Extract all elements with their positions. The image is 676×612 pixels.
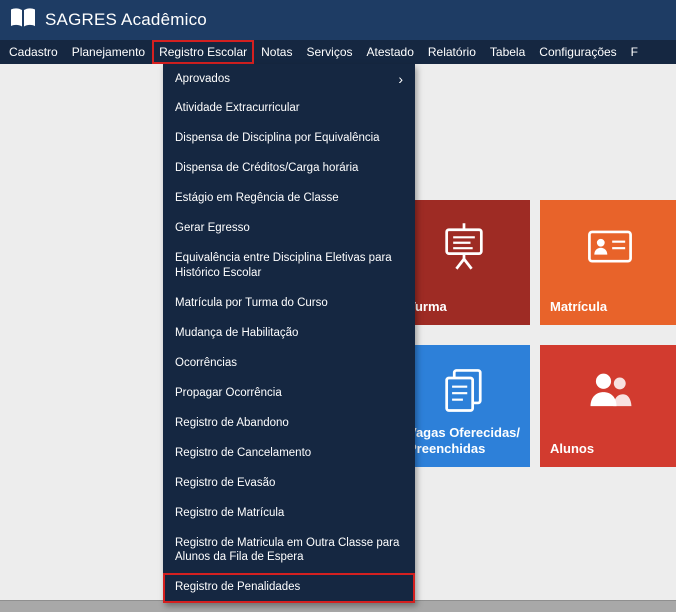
- registro-escolar-dropdown-menu: Aprovados › Atividade Extracurricular Di…: [163, 64, 415, 603]
- menu-item-dispensa-disciplina-equivalencia[interactable]: Dispensa de Disciplina por Equivalência: [163, 124, 415, 154]
- titlebar: SAGRES Acadêmico: [0, 0, 676, 40]
- submenu-chevron-right-icon: ›: [398, 72, 403, 86]
- presentation-board-icon: [438, 220, 490, 277]
- menu-item-gerar-egresso[interactable]: Gerar Egresso: [163, 214, 415, 244]
- menu-item-label: Mudança de Habilitação: [175, 326, 403, 341]
- menu-item-mudanca-de-habilitacao[interactable]: Mudança de Habilitação: [163, 318, 415, 348]
- menu-item-label: Ocorrências: [175, 356, 403, 371]
- menu-item-label: Propagar Ocorrência: [175, 386, 403, 401]
- tile-label: Matrícula: [550, 299, 607, 315]
- menu-item-ocorrencias[interactable]: Ocorrências: [163, 348, 415, 378]
- menu-item-f-truncated[interactable]: F: [624, 40, 645, 64]
- menu-item-notas[interactable]: Notas: [254, 40, 299, 64]
- menu-item-label: Registro de Matrícula: [175, 506, 403, 521]
- menu-item-atividade-extracurricular[interactable]: Atividade Extracurricular: [163, 94, 415, 124]
- menu-item-planejamento[interactable]: Planejamento: [65, 40, 152, 64]
- menu-item-matricula-por-turma-do-curso[interactable]: Matrícula por Turma do Curso: [163, 289, 415, 319]
- menu-item-label: Equivalência entre Disciplina Eletivas p…: [175, 251, 403, 281]
- tile-alunos[interactable]: Alunos: [540, 345, 676, 467]
- menu-item-label: Registro de Cancelamento: [175, 446, 403, 461]
- documents-icon: [438, 365, 490, 422]
- menu-item-label: Dispensa de Disciplina por Equivalência: [175, 131, 403, 146]
- menu-item-label: Dispensa de Créditos/Carga horária: [175, 161, 403, 176]
- open-book-icon: [10, 7, 36, 34]
- menu-item-tabela[interactable]: Tabela: [483, 40, 532, 64]
- menu-item-label: Atividade Extracurricular: [175, 101, 403, 116]
- menu-item-dispensa-creditos-carga-horaria[interactable]: Dispensa de Créditos/Carga horária: [163, 154, 415, 184]
- menu-item-label: Registro de Matricula em Outra Classe pa…: [175, 536, 403, 566]
- menu-item-label: Gerar Egresso: [175, 221, 403, 236]
- menu-item-equivalencia-disciplina-eletivas[interactable]: Equivalência entre Disciplina Eletivas p…: [163, 244, 415, 289]
- menu-item-registro-de-penalidades[interactable]: Registro de Penalidades: [163, 573, 415, 603]
- menu-item-label: Registro de Abandono: [175, 416, 403, 431]
- tile-turma[interactable]: Turma: [398, 200, 530, 325]
- people-icon: [583, 365, 637, 422]
- app-title: SAGRES Acadêmico: [45, 10, 207, 30]
- menu-item-configuracoes[interactable]: Configurações: [532, 40, 623, 64]
- menu-item-label: Aprovados: [175, 72, 390, 87]
- menubar: Cadastro Planejamento Registro Escolar N…: [0, 40, 676, 64]
- tile-label: Vagas Oferecidas/ Preenchidas: [408, 425, 520, 458]
- menu-item-aprovados[interactable]: Aprovados ›: [163, 64, 415, 94]
- menu-item-cadastro[interactable]: Cadastro: [2, 40, 65, 64]
- menu-item-relatorio[interactable]: Relatório: [421, 40, 483, 64]
- menu-item-registro-escolar[interactable]: Registro Escolar: [152, 40, 254, 64]
- menu-item-atestado[interactable]: Atestado: [360, 40, 421, 64]
- menu-item-label: Registro de Penalidades: [175, 580, 403, 595]
- tile-label: Alunos: [550, 441, 594, 457]
- menu-item-label: Matrícula por Turma do Curso: [175, 296, 403, 311]
- menu-item-registro-de-evasao[interactable]: Registro de Evasão: [163, 468, 415, 498]
- menu-item-registro-de-matricula[interactable]: Registro de Matrícula: [163, 498, 415, 528]
- tile-matricula[interactable]: Matrícula: [540, 200, 676, 325]
- menu-item-registro-de-abandono[interactable]: Registro de Abandono: [163, 408, 415, 438]
- tile-vagas-oferecidas-preenchidas[interactable]: Vagas Oferecidas/ Preenchidas: [398, 345, 530, 467]
- menu-item-label: Registro de Evasão: [175, 476, 403, 491]
- menu-item-servicos[interactable]: Serviços: [299, 40, 359, 64]
- menu-item-propagar-ocorrencia[interactable]: Propagar Ocorrência: [163, 378, 415, 408]
- menu-item-registro-matricula-outra-classe-fila-espera[interactable]: Registro de Matricula em Outra Classe pa…: [163, 528, 415, 573]
- id-card-icon: [583, 220, 637, 277]
- menu-item-label: Estágio em Regência de Classe: [175, 191, 403, 206]
- menu-item-registro-de-cancelamento[interactable]: Registro de Cancelamento: [163, 438, 415, 468]
- menu-item-estagio-regencia-classe[interactable]: Estágio em Regência de Classe: [163, 184, 415, 214]
